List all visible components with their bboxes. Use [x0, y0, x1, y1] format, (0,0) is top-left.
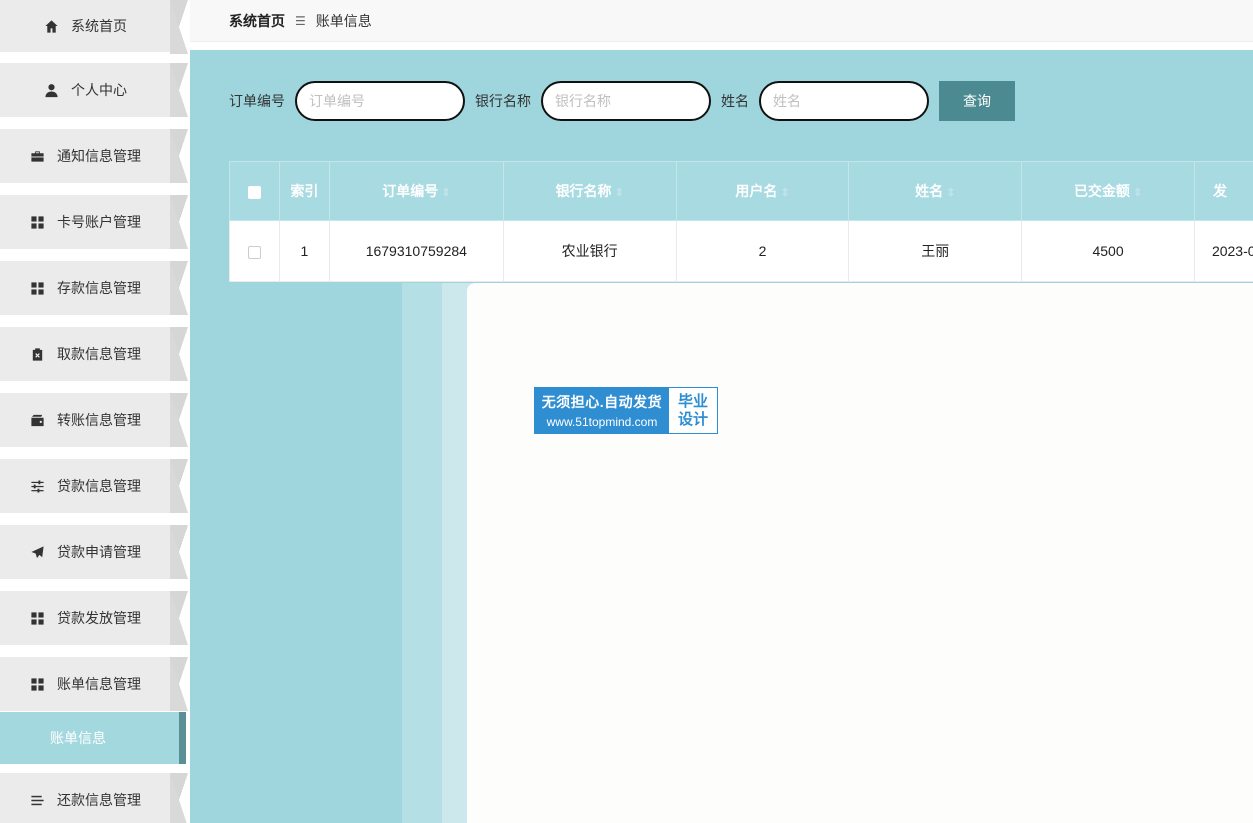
sidebar-item-loan-release[interactable]: 贷款发放管理	[0, 591, 188, 645]
name-input[interactable]	[759, 81, 929, 121]
sort-icon[interactable]: ⇕	[441, 187, 450, 199]
select-all-checkbox[interactable]	[247, 185, 261, 199]
clipboard-x-icon	[29, 346, 45, 362]
sort-icon[interactable]: ⇕	[946, 187, 955, 199]
sidebar-item-profile[interactable]: 个人中心	[0, 63, 188, 117]
row-select-cell[interactable]	[229, 220, 280, 282]
order-number-input[interactable]	[295, 81, 465, 121]
column-header[interactable]: 银行名称 ⇕	[502, 161, 677, 221]
grid-icon	[29, 676, 45, 692]
sort-icon[interactable]: ⇕	[1133, 187, 1142, 199]
column-header: 发	[1193, 161, 1253, 221]
send-icon	[29, 544, 45, 560]
sidebar-item-loan[interactable]: 贷款信息管理	[0, 459, 188, 513]
sort-icon[interactable]: ⇕	[615, 187, 624, 199]
breadcrumb-separator-icon: ☰	[295, 13, 306, 28]
sidebar-item-label: 通知信息管理	[57, 148, 141, 164]
sidebar-subitem-label: 账单信息	[50, 730, 106, 746]
badge-text: 毕业	[677, 392, 708, 410]
sidebar-item-label: 贷款信息管理	[57, 478, 141, 494]
table-cell: 1679310759284	[328, 220, 504, 282]
column-header[interactable]: 姓名 ⇕	[848, 161, 1023, 221]
breadcrumb-current: 账单信息	[315, 12, 372, 29]
row-checkbox[interactable]	[247, 245, 261, 259]
list-icon	[29, 792, 45, 808]
column-header[interactable]: 用户名 ⇕	[675, 161, 850, 221]
search-form: 订单编号 银行名称 姓名 查询	[229, 81, 1015, 121]
query-button[interactable]: 查询	[939, 81, 1015, 121]
briefcase-icon	[29, 148, 45, 164]
sidebar-item-label: 系统首页	[71, 18, 127, 34]
sidebar-item-label: 个人中心	[71, 82, 127, 98]
badge-text: 设计	[677, 410, 708, 428]
grid-icon	[29, 610, 45, 626]
column-header: 索引	[278, 161, 330, 221]
sidebar-subitem-bill-info[interactable]: 账单信息	[0, 712, 186, 764]
grid-icon	[29, 214, 45, 230]
breadcrumb: 系统首页 ☰ 账单信息	[190, 0, 1253, 42]
home-icon	[43, 18, 59, 34]
sort-icon[interactable]: ⇕	[780, 187, 789, 199]
sidebar-item-label: 转账信息管理	[57, 412, 141, 428]
sidebar-item-deposit[interactable]: 存款信息管理	[0, 261, 188, 315]
table-cell: 2	[675, 220, 850, 282]
bank-name-input[interactable]	[541, 81, 711, 121]
badge-url: www.51topmind.com	[546, 415, 658, 429]
name-label: 姓名	[721, 93, 749, 109]
sliders-icon	[29, 478, 45, 494]
sidebar-item-label: 取款信息管理	[57, 346, 141, 362]
table-cell: 王丽	[848, 220, 1023, 282]
table-cell: 农业银行	[502, 220, 677, 282]
table-row[interactable]: 1 1679310759284 农业银行 2 王丽 4500 2023-0	[229, 220, 1253, 282]
content-panel	[467, 283, 1253, 823]
wallet-icon	[29, 412, 45, 428]
order-number-label: 订单编号	[229, 93, 285, 109]
sidebar-item-card-account[interactable]: 卡号账户管理	[0, 195, 188, 249]
sidebar: 系统首页 个人中心 通知信息管理 卡号账户管理 存款信息管理 取款信息管理 转账…	[0, 0, 190, 823]
table-cell: 4500	[1021, 220, 1195, 282]
grid-icon	[29, 280, 45, 296]
sidebar-item-label: 贷款申请管理	[57, 544, 141, 560]
breadcrumb-home[interactable]: 系统首页	[229, 11, 285, 31]
table-cell: 1	[278, 220, 330, 282]
sidebar-item-loan-apply[interactable]: 贷款申请管理	[0, 525, 188, 579]
column-header[interactable]: 订单编号 ⇕	[328, 161, 504, 221]
sidebar-item-transfer[interactable]: 转账信息管理	[0, 393, 188, 447]
sidebar-item-label: 账单信息管理	[57, 676, 141, 692]
sidebar-item-label: 卡号账户管理	[57, 214, 141, 230]
sidebar-item-home[interactable]: 系统首页	[0, 0, 188, 54]
main-content: 订单编号 银行名称 姓名 查询 索引 订单编号⇕ 银行名称⇕ 用户名⇕ 姓名⇕ …	[190, 50, 1253, 823]
column-header[interactable]: 已交金额 ⇕	[1021, 161, 1195, 221]
sidebar-item-label: 贷款发放管理	[57, 610, 141, 626]
badge-slogan: 无须担心.自动发货	[541, 394, 663, 410]
sidebar-item-label: 还款信息管理	[57, 792, 141, 808]
sidebar-item-label: 存款信息管理	[57, 280, 141, 296]
user-icon	[43, 82, 59, 98]
sidebar-item-repayment[interactable]: 还款信息管理	[0, 773, 188, 823]
select-all-cell[interactable]	[229, 161, 280, 221]
bill-table: 索引 订单编号 ⇕ 银行名称 ⇕ 用户名 ⇕ 姓名 ⇕ 已交金额 ⇕ 发 1 167931…	[229, 161, 1253, 282]
watermark-badge: 无须担心.自动发货 www.51topmind.com 毕业 设计	[534, 387, 718, 434]
bank-name-label: 银行名称	[475, 93, 531, 109]
sidebar-item-notice[interactable]: 通知信息管理	[0, 129, 188, 183]
table-cell: 2023-0	[1193, 220, 1253, 282]
table-header-row: 索引 订单编号 ⇕ 银行名称 ⇕ 用户名 ⇕ 姓名 ⇕ 已交金额 ⇕ 发	[229, 161, 1253, 221]
sidebar-item-bill[interactable]: 账单信息管理	[0, 657, 188, 711]
sidebar-item-withdraw[interactable]: 取款信息管理	[0, 327, 188, 381]
